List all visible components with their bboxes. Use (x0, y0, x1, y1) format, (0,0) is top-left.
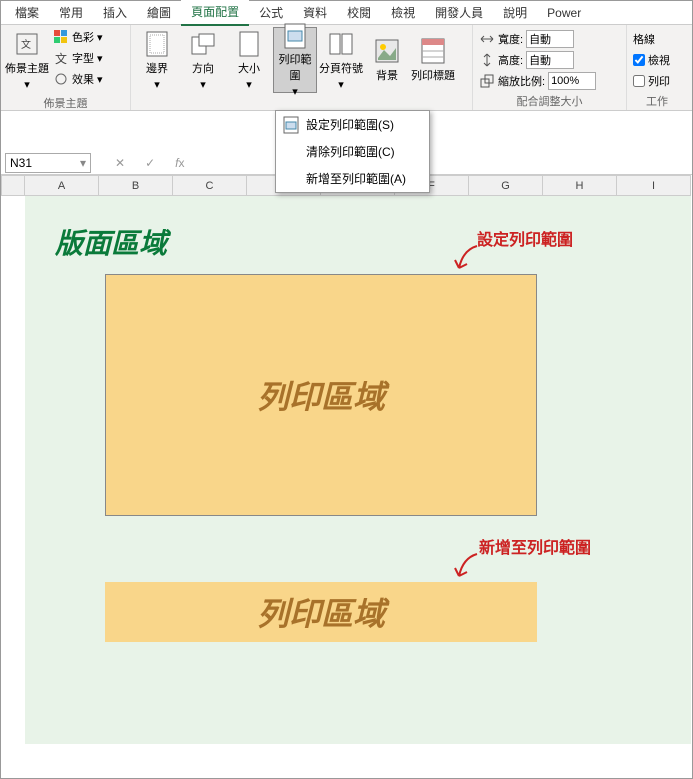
themes-label: 佈景主題 (5, 60, 49, 76)
column-header[interactable]: B (99, 175, 173, 196)
tab-頁面配置[interactable]: 頁面配置 (181, 0, 249, 26)
orientation-icon (189, 30, 217, 58)
palette-icon (53, 29, 69, 45)
clear-print-area-item[interactable]: 清除列印範圍(C) (276, 138, 429, 165)
print-area-dropdown: 設定列印範圍(S) 清除列印範圍(C) 新增至列印範圍(A) (275, 110, 430, 193)
print-area-2: 列印區域 (105, 582, 537, 642)
chevron-down-icon: ▾ (24, 78, 30, 91)
height-input[interactable] (526, 51, 574, 69)
group-label-page-setup (135, 93, 468, 109)
worksheet-grid: ABCDEFGHI 123456789101112131415161718192… (1, 175, 692, 721)
margins-button[interactable]: 邊界▾ (135, 27, 179, 93)
annotation-set: 設定列印範圍 (477, 226, 573, 250)
tab-校閱[interactable]: 校閱 (337, 0, 381, 25)
size-icon (235, 30, 263, 58)
width-input[interactable] (526, 30, 574, 48)
cancel-icon[interactable]: ✕ (115, 156, 125, 170)
enter-icon[interactable]: ✓ (145, 156, 155, 170)
arrow-2-icon (445, 548, 485, 588)
height-icon (479, 52, 495, 68)
set-print-area-item[interactable]: 設定列印範圍(S) (276, 111, 429, 138)
group-label-gridlines: 工作 (631, 91, 683, 111)
arrow-1-icon (445, 240, 485, 280)
print-area-button[interactable]: 列印範圍▾ (273, 27, 317, 93)
tab-檢視[interactable]: 檢視 (381, 0, 425, 25)
background-icon (373, 37, 401, 65)
themes-icon: 文 (13, 30, 41, 58)
margins-icon (143, 30, 171, 58)
name-box[interactable]: N31▾ (5, 153, 91, 173)
background-button[interactable]: 背景 (365, 27, 409, 93)
set-area-icon (284, 117, 300, 133)
width-label: 寬度: (498, 31, 523, 47)
group-label-themes: 佈景主題 (5, 93, 126, 113)
scale-label: 縮放比例: (498, 73, 545, 89)
breaks-icon (327, 30, 355, 58)
fx-icon[interactable]: fx (175, 156, 184, 170)
orientation-button[interactable]: 方向▾ (181, 27, 225, 93)
annotation-add: 新增至列印範圍 (479, 534, 591, 558)
print-titles-icon (419, 37, 447, 65)
column-header[interactable]: G (469, 175, 543, 196)
effects-button[interactable]: 效果 ▾ (51, 69, 105, 89)
column-header[interactable]: A (25, 175, 99, 196)
layout-title-text: 版面區域 (55, 222, 167, 262)
tab-Power[interactable]: Power (537, 2, 591, 24)
print-area-1: 列印區域 (105, 274, 537, 516)
tab-開發人員[interactable]: 開發人員 (425, 0, 493, 25)
width-icon (479, 31, 495, 47)
scale-icon (479, 73, 495, 89)
sheet-area[interactable]: 版面區域 列印區域 列印區域 設定列印範圍 新增至列印範圍 (25, 196, 691, 756)
print-titles-button[interactable]: 列印標題 (411, 27, 455, 93)
height-label: 高度: (498, 52, 523, 68)
effects-icon (53, 71, 69, 87)
column-header[interactable]: H (543, 175, 617, 196)
view-gridlines-checkbox[interactable] (633, 54, 645, 66)
tab-常用[interactable]: 常用 (49, 0, 93, 25)
add-print-area-item[interactable]: 新增至列印範圍(A) (276, 165, 429, 192)
print-area-2-text: 列印區域 (257, 589, 385, 635)
colors-button[interactable]: 色彩 ▾ (51, 27, 105, 47)
ribbon-tabs: 檔案常用插入繪圖頁面配置公式資料校閱檢視開發人員說明Power (1, 1, 692, 25)
column-header[interactable]: C (173, 175, 247, 196)
tab-資料[interactable]: 資料 (293, 0, 337, 25)
tab-公式[interactable]: 公式 (249, 0, 293, 25)
print-area-icon (281, 23, 309, 49)
fonts-button[interactable]: 文字型 ▾ (51, 48, 105, 68)
print-gridlines-checkbox[interactable] (633, 75, 645, 87)
print-area-1-text: 列印區域 (257, 372, 385, 418)
ribbon: 文 佈景主題 ▾ 色彩 ▾ 文字型 ▾ 效果 ▾ 佈景主題 邊界▾ 方向▾ 大小… (1, 25, 692, 111)
tab-插入[interactable]: 插入 (93, 0, 137, 25)
font-icon: 文 (53, 50, 69, 66)
group-label-scale: 配合調整大小 (477, 91, 622, 111)
scale-input[interactable] (548, 72, 596, 90)
tab-檔案[interactable]: 檔案 (5, 0, 49, 25)
size-button[interactable]: 大小▾ (227, 27, 271, 93)
svg-text:文: 文 (55, 51, 67, 66)
breaks-button[interactable]: 分頁符號▾ (319, 27, 363, 93)
column-header[interactable]: I (617, 175, 691, 196)
tab-繪圖[interactable]: 繪圖 (137, 0, 181, 25)
select-all-corner[interactable] (1, 175, 25, 196)
svg-text:文: 文 (21, 38, 31, 51)
themes-button[interactable]: 文 佈景主題 ▾ (5, 27, 49, 93)
tab-說明[interactable]: 說明 (493, 0, 537, 25)
gridlines-label: 格線 (631, 29, 672, 49)
